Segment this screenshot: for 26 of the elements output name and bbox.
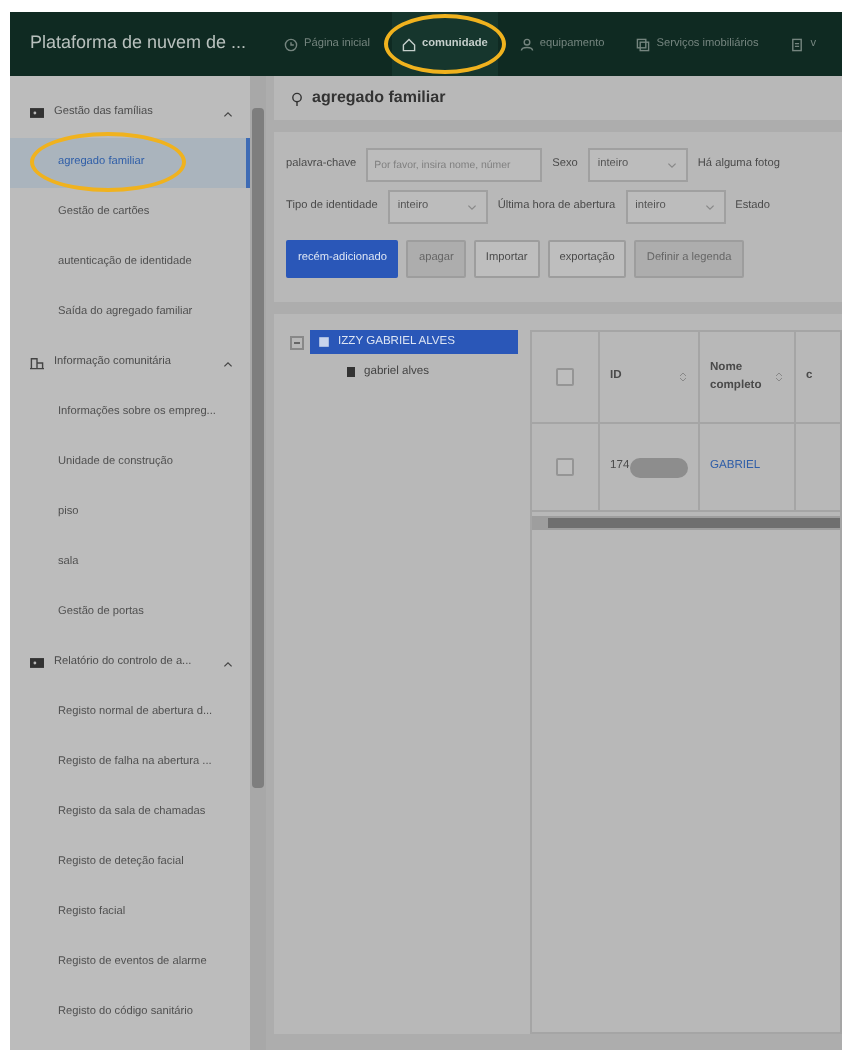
chevron-up-icon: [222, 107, 234, 119]
home-icon: [401, 37, 416, 51]
clock-icon: [284, 37, 298, 51]
door-icon: [346, 366, 356, 378]
chevron-down-icon: [665, 159, 678, 171]
sort-icon: [774, 370, 784, 384]
id-card-icon: [30, 656, 44, 670]
chevron-up-icon: [222, 657, 234, 669]
scroll-thumb[interactable]: [548, 518, 840, 528]
chevron-down-icon: [465, 201, 478, 213]
chevron-up-icon: [222, 357, 234, 369]
collapse-toggle[interactable]: [290, 335, 304, 349]
pin-icon: [290, 91, 304, 105]
id-card-icon: [30, 106, 44, 120]
app-title: Plataforma de nuvem de ...: [28, 30, 249, 57]
document-icon: [790, 37, 805, 51]
person-icon: [519, 37, 534, 51]
checkbox[interactable]: [556, 368, 574, 386]
page-title: agregado familiar: [312, 86, 446, 110]
sort-icon: [678, 370, 688, 384]
horizontal-scrollbar[interactable]: [532, 516, 840, 530]
scrollbar[interactable]: [250, 76, 266, 1050]
copy-icon: [636, 37, 651, 51]
checkbox[interactable]: [556, 458, 574, 476]
scroll-thumb[interactable]: [252, 108, 264, 788]
chevron-down-icon: [703, 201, 716, 213]
